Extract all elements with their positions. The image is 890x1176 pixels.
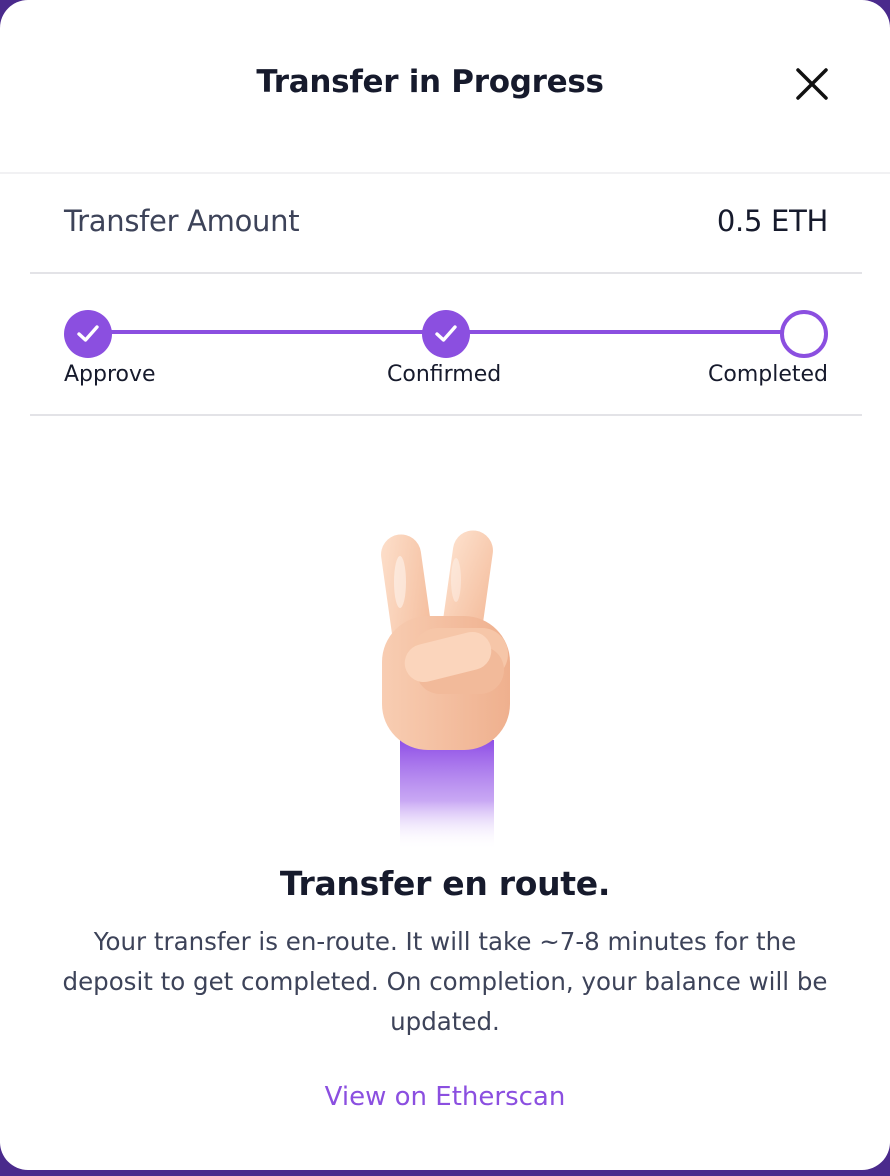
transfer-amount-row: Transfer Amount 0.5 ETH xyxy=(30,174,862,274)
progress-stepper: Approve Confirmed Completed xyxy=(30,274,862,416)
transfer-amount-label: Transfer Amount xyxy=(64,204,300,238)
check-icon xyxy=(77,325,99,342)
close-button[interactable] xyxy=(788,60,836,108)
close-icon[interactable] xyxy=(788,60,836,108)
check-icon xyxy=(435,325,457,342)
step-confirmed-indicator xyxy=(422,310,470,358)
victory-hand-icon xyxy=(360,520,530,850)
status-description: Your transfer is en-route. It will take … xyxy=(62,927,828,1036)
step-label-confirmed: Confirmed xyxy=(387,362,502,387)
transfer-amount-value: 0.5 ETH xyxy=(716,204,828,238)
transfer-modal: Transfer in Progress Transfer Amount 0.5… xyxy=(0,0,890,1170)
view-on-etherscan-link[interactable]: View on Etherscan xyxy=(0,1082,890,1112)
step-completed-indicator xyxy=(780,310,828,358)
step-label-approve: Approve xyxy=(64,362,156,387)
step-label-completed: Completed xyxy=(708,362,828,387)
modal-title: Transfer in Progress xyxy=(256,64,604,100)
status-title: Transfer en route. xyxy=(279,864,611,903)
modal-header: Transfer in Progress xyxy=(0,0,890,174)
step-approve-indicator xyxy=(64,310,112,358)
